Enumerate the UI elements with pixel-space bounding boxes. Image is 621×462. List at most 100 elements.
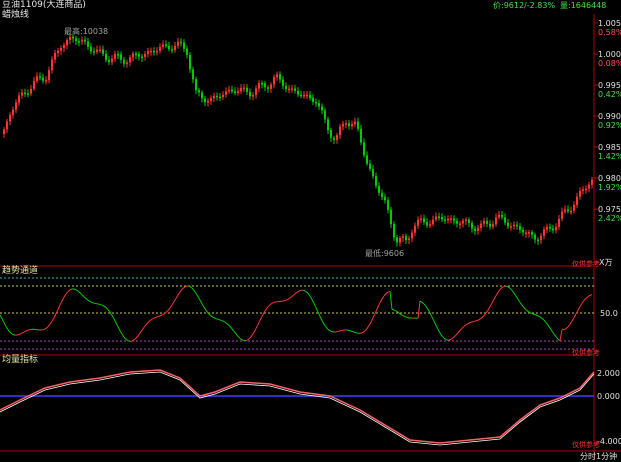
osc1-line [287, 297, 291, 300]
candle-body [144, 53, 146, 57]
corner-tag-2: 仅供参考 [572, 349, 600, 357]
candle-body [585, 188, 587, 191]
osc1-line [203, 306, 207, 311]
candle-body [339, 126, 341, 136]
candle-body [33, 81, 35, 89]
osc1-axis-label: 50.0 [600, 309, 618, 318]
osc1-line [79, 292, 83, 296]
osc1-line [321, 320, 325, 325]
osc1-line [435, 325, 439, 330]
osc1-line [463, 324, 467, 327]
osc1-line [171, 301, 175, 306]
candle-body [291, 88, 293, 91]
osc1-line [401, 314, 405, 317]
axis-price-5: 0.985 [598, 143, 621, 152]
osc1-line [105, 307, 109, 310]
osc1-line [201, 303, 205, 308]
candle-body [147, 51, 149, 54]
osc1-line [165, 309, 169, 313]
candle-body [483, 221, 485, 224]
osc1-line [143, 324, 147, 328]
candle-body [183, 42, 185, 49]
axis-pct-6: 1.92% [598, 183, 621, 192]
candle-body [114, 54, 116, 59]
candle-body [66, 40, 68, 46]
osc1-line [123, 336, 127, 340]
candle-body [369, 163, 371, 169]
osc1-line [397, 311, 401, 315]
osc2-line-white [0, 371, 595, 446]
candle-body [48, 70, 50, 81]
candle-body [477, 227, 479, 232]
candle-body [405, 236, 407, 241]
osc1-line [477, 318, 481, 321]
osc1-line [377, 302, 381, 308]
candle-body [366, 155, 368, 164]
osc1-line [499, 287, 503, 290]
candle-body [420, 218, 422, 221]
candle-body [36, 76, 38, 82]
osc1-line [73, 288, 77, 291]
osc1-line [151, 317, 155, 320]
symbol-title: 豆油1109(大连商品) [2, 0, 86, 10]
candle-body [447, 218, 449, 221]
osc1-line [507, 286, 511, 289]
candle-body [495, 217, 497, 225]
osc1-line [289, 295, 293, 299]
candle-body [513, 224, 515, 227]
candle-body [258, 82, 260, 89]
osc1-line [319, 316, 323, 321]
osc1-line [521, 304, 525, 309]
osc1-line [229, 326, 233, 330]
candle-body [237, 91, 239, 94]
osc1-line [443, 337, 447, 341]
osc1-line [1, 318, 5, 323]
osc2-axis-zero: 0.000 [597, 392, 620, 401]
osc1-line [391, 308, 395, 311]
osc1-line [383, 293, 387, 297]
candle-body [534, 234, 536, 240]
candle-body [462, 220, 464, 224]
osc1-line [247, 337, 251, 341]
osc1-line [245, 339, 249, 342]
osc1-line [315, 307, 319, 313]
osc1-line [583, 297, 587, 301]
osc1-line [501, 286, 505, 289]
osc1-line [231, 328, 235, 332]
candle-body [219, 96, 221, 99]
osc1-line [135, 335, 139, 339]
chart-canvas[interactable] [0, 0, 621, 462]
osc1-line [449, 338, 453, 341]
candle-body [336, 135, 338, 140]
osc1-line [451, 336, 455, 340]
osc1-line [139, 329, 143, 334]
osc1-line [455, 332, 459, 336]
osc1-line [187, 285, 191, 288]
candle-body [345, 123, 347, 125]
osc1-line [531, 313, 535, 315]
candle-body [285, 85, 287, 89]
candle-body [273, 77, 275, 85]
osc1-line [375, 306, 379, 312]
osc1-line [161, 313, 165, 316]
osc1-line [87, 299, 91, 302]
candle-body [519, 226, 521, 230]
osc1-line [241, 339, 245, 342]
osc1-line [23, 330, 27, 333]
candle-body [69, 36, 71, 41]
candle-body [135, 53, 137, 55]
osc1-line [337, 330, 341, 332]
candle-body [159, 47, 161, 51]
osc1-line [67, 289, 71, 292]
osc1-line [49, 321, 53, 325]
candle-body [390, 209, 392, 225]
osc1-line [311, 299, 315, 304]
candle-body [42, 77, 44, 81]
osc1-line [65, 291, 69, 295]
osc1-line [75, 289, 79, 292]
candle-body [543, 229, 545, 236]
osc1-line [193, 290, 197, 294]
candle-body [30, 88, 32, 94]
candle-body [213, 95, 215, 99]
candle-body [150, 50, 152, 53]
